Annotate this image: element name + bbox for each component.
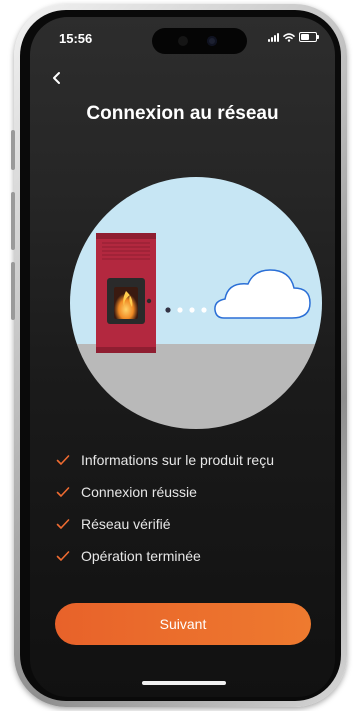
status-icons (268, 32, 319, 42)
checklist: Informations sur le produit reçu Connexi… (56, 444, 326, 572)
checklist-item-label: Réseau vérifié (81, 516, 171, 532)
status-time: 15:56 (59, 31, 93, 46)
volume-down-button (11, 262, 15, 320)
checklist-item-label: Opération terminée (81, 548, 201, 564)
checklist-item: Opération terminée (56, 540, 326, 572)
checklist-item-label: Informations sur le produit reçu (81, 452, 274, 468)
volume-up-button (11, 192, 15, 250)
dynamic-island (152, 28, 247, 54)
checklist-item-label: Connexion réussie (81, 484, 197, 500)
signal-icon (268, 32, 279, 42)
check-icon (56, 455, 70, 465)
sensor-icon (178, 36, 188, 46)
checklist-item: Connexion réussie (56, 476, 326, 508)
checklist-item: Réseau vérifié (56, 508, 326, 540)
battery-icon (299, 32, 319, 42)
checklist-item: Informations sur le produit reçu (56, 444, 326, 476)
check-icon (56, 519, 70, 529)
side-button (11, 130, 15, 170)
stove-wifi-illustration (70, 177, 322, 429)
camera-icon (207, 36, 217, 46)
check-icon (56, 487, 70, 497)
next-button[interactable]: Suivant (55, 603, 311, 645)
app-screen: 15:56 Connexion au réseau Informations s… (30, 17, 335, 697)
home-indicator[interactable] (142, 681, 226, 685)
check-icon (56, 551, 70, 561)
pellet-stove-icon (96, 233, 156, 353)
wifi-icon (283, 32, 295, 42)
page-title: Connexion au réseau (86, 103, 279, 124)
floor (70, 344, 322, 429)
back-chevron-icon[interactable] (46, 67, 68, 89)
